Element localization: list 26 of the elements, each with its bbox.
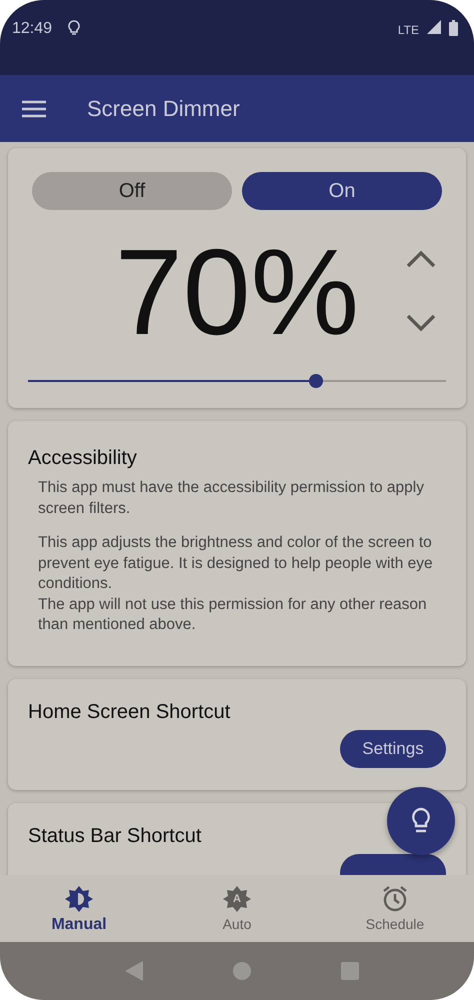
chevron-down-icon[interactable] — [406, 314, 436, 332]
settings-button[interactable]: Settings — [340, 730, 446, 768]
alarm-clock-icon — [381, 885, 409, 913]
nav-tab[interactable]: Schedule — [335, 875, 455, 942]
brightness-icon — [65, 885, 93, 913]
description-text: This app must have the accessibility permission to apply screen filters. — [38, 478, 425, 518]
description-text: This app adjusts the brightness and color of the screen to prevent eye fatigue. It is designed to help people with eye conditions. The app will not use this permission for any other reason than mentioned above. — [38, 533, 434, 635]
toggle-button[interactable]: On — [242, 172, 442, 210]
card-title: Home Screen Shortcut — [28, 700, 230, 724]
card-title: Status Bar Shortcut — [28, 824, 202, 848]
lightbulb-icon — [410, 807, 432, 835]
auto-brightness-icon: A — [223, 885, 251, 913]
toggle-button[interactable]: Off — [32, 172, 232, 210]
battery-icon — [449, 20, 458, 36]
lightbulb-icon — [68, 20, 80, 36]
network-type: LTE — [398, 23, 419, 37]
card-title: Accessibility — [28, 447, 137, 470]
nav-tab[interactable]: A Auto — [177, 875, 297, 942]
app-title: Screen Dimmer — [87, 96, 240, 122]
brightness-slider[interactable] — [28, 374, 446, 388]
brightness-percent: 70% — [114, 223, 360, 362]
chevron-up-icon[interactable] — [406, 250, 436, 268]
signal-icon — [427, 20, 441, 34]
nav-tab[interactable]: Manual — [19, 875, 139, 942]
clock: 12:49 — [12, 20, 52, 38]
menu-icon[interactable] — [22, 100, 46, 118]
